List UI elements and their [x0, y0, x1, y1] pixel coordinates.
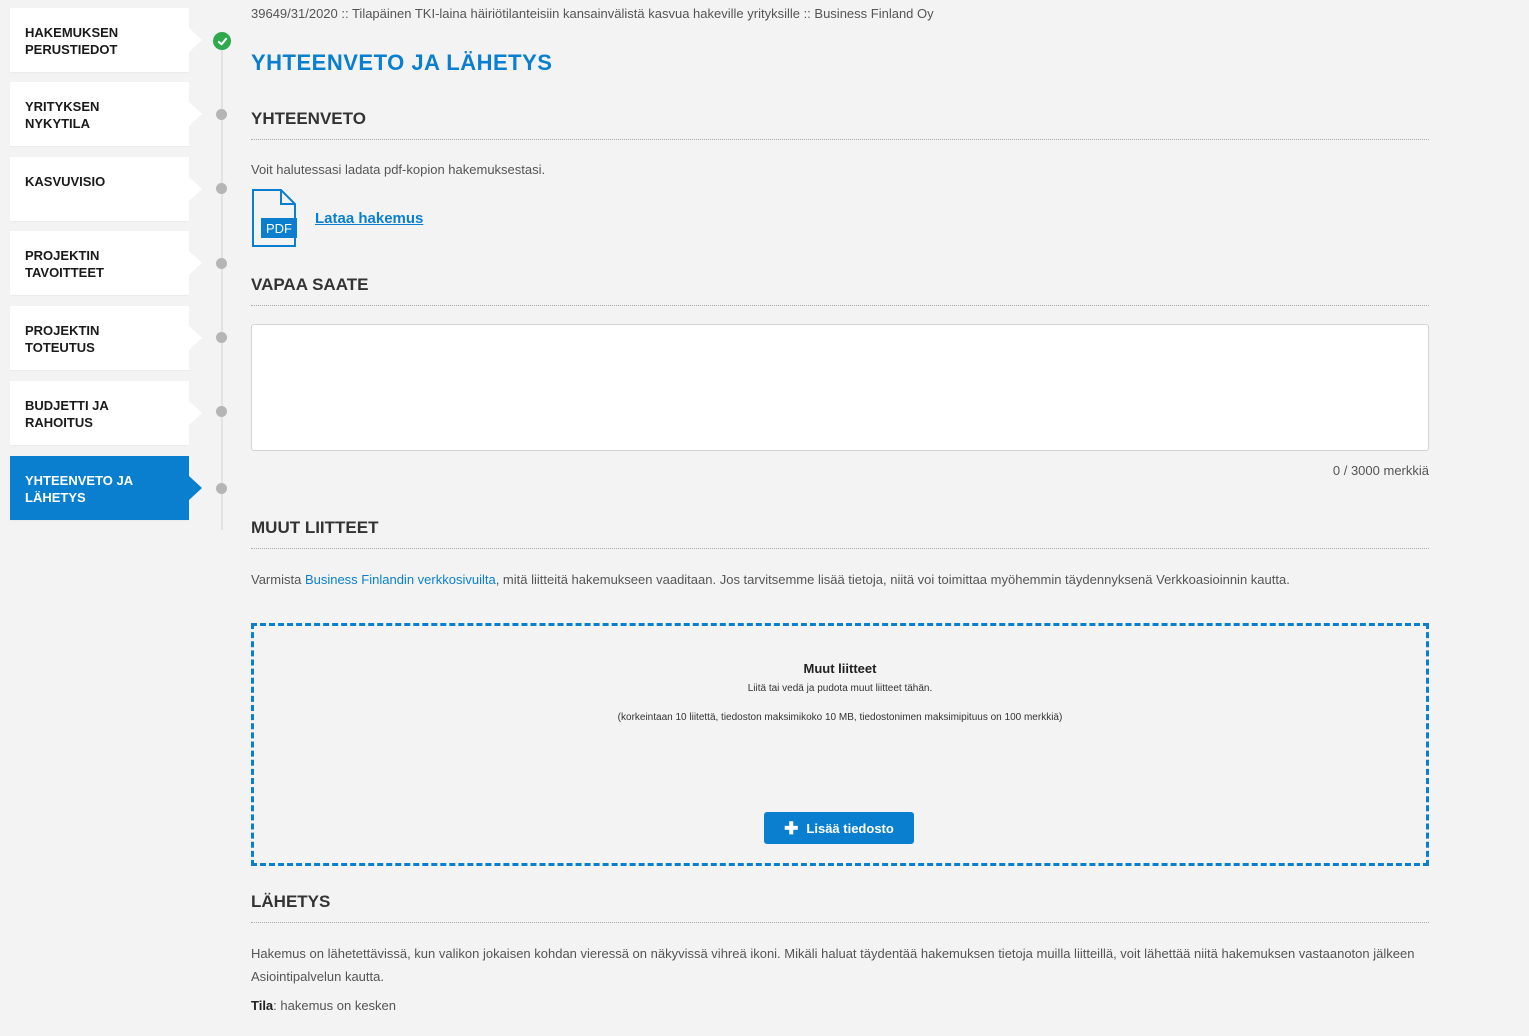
add-file-button[interactable]: ✚ Lisää tiedosto: [764, 812, 914, 844]
attachments-text-before: Varmista: [251, 572, 305, 587]
cover-letter-heading: VAPAA SAATE: [251, 275, 1429, 306]
sidebar-item-label: TAVOITTEET: [25, 265, 104, 280]
sidebar-item-label: TOTEUTUS: [25, 340, 95, 355]
sidebar-item-projektin-tavoitteet[interactable]: PROJEKTIN TAVOITTEET: [10, 231, 202, 295]
sidebar-item-yhteenveto-ja-lahetys[interactable]: YHTEENVETO JA LÄHETYS: [10, 456, 202, 520]
attachments-heading: MUUT LIITTEET: [251, 518, 1429, 549]
check-icon: [213, 32, 231, 50]
pending-dot-icon: [216, 483, 227, 494]
pdf-file-icon[interactable]: PDF: [251, 188, 301, 250]
add-file-button-label: Lisää tiedosto: [806, 820, 894, 836]
sidebar-item-label: PROJEKTIN: [25, 248, 100, 263]
sidebar-item-label: BUDJETTI JA: [25, 398, 109, 413]
sidebar-item-label: LÄHETYS: [25, 490, 86, 505]
sidebar-item-label: KASVUVISIO: [25, 174, 106, 189]
pending-dot-icon: [216, 258, 227, 269]
dropzone-title: Muut liitteet: [803, 661, 877, 676]
character-counter: 0 / 3000 merkkiä: [1332, 463, 1429, 478]
sidebar-item-label: YRITYKSEN: [25, 99, 100, 114]
sidebar-item-hakemuksen-perustiedot[interactable]: HAKEMUKSEN PERUSTIEDOT: [10, 8, 202, 72]
sidebar-item-budjetti-ja-rahoitus[interactable]: BUDJETTI JA RAHOITUS: [10, 381, 202, 445]
pdf-badge-label: PDF: [266, 221, 292, 236]
pending-dot-icon: [216, 109, 227, 120]
dropzone-subtitle: Liitä tai vedä ja pudota muut liitteet t…: [747, 683, 933, 694]
business-finland-website-link[interactable]: Business Finlandin verkkosivuilta: [305, 572, 496, 587]
sidebar-item-label: HAKEMUKSEN: [25, 25, 119, 40]
sending-heading: LÄHETYS: [251, 892, 1429, 923]
attachments-text: Varmista Business Finlandin verkkosivuil…: [251, 568, 1429, 591]
summary-heading: YHTEENVETO: [251, 109, 1429, 140]
attachments-text-after: , mitä liitteitä hakemukseen vaaditaan. …: [495, 572, 1290, 587]
plus-icon: ✚: [784, 818, 799, 838]
sidebar-item-label: NYKYTILA: [25, 116, 90, 131]
sidebar-item-label: RAHOITUS: [25, 415, 93, 430]
application-status: Tila: hakemus on kesken: [251, 998, 396, 1013]
pending-dot-icon: [216, 406, 227, 417]
pending-dot-icon: [216, 332, 227, 343]
sidebar-item-label: PERUSTIEDOT: [25, 42, 118, 57]
status-label: Tila: [251, 998, 274, 1013]
status-value: : hakemus on kesken: [273, 998, 397, 1013]
download-application-link[interactable]: Lataa hakemus: [315, 210, 423, 227]
sidebar-item-label: YHTEENVETO JA: [25, 473, 134, 488]
cover-letter-textarea[interactable]: [251, 324, 1429, 451]
summary-text: Voit halutessasi ladata pdf-kopion hakem…: [251, 162, 546, 177]
sidebar-item-projektin-toteutus[interactable]: PROJEKTIN TOTEUTUS: [10, 306, 202, 370]
pending-dot-icon: [216, 183, 227, 194]
attachments-dropzone[interactable]: Muut liitteet Liitä tai vedä ja pudota m…: [251, 623, 1429, 866]
sidebar-item-kasvuvisio[interactable]: KASVUVISIO: [10, 157, 202, 221]
page-title: YHTEENVETO JA LÄHETYS: [251, 50, 553, 75]
sending-text: Hakemus on lähetettävissä, kun valikon j…: [251, 946, 1415, 984]
sidebar-item-yrityksen-nykytila[interactable]: YRITYKSEN NYKYTILA: [10, 82, 202, 146]
dropzone-limits: (korkeintaan 10 liitettä, tiedoston maks…: [617, 712, 1063, 723]
sidebar-item-label: PROJEKTIN: [25, 323, 100, 338]
breadcrumb: 39649/31/2020 :: Tilapäinen TKI-laina hä…: [251, 6, 934, 21]
